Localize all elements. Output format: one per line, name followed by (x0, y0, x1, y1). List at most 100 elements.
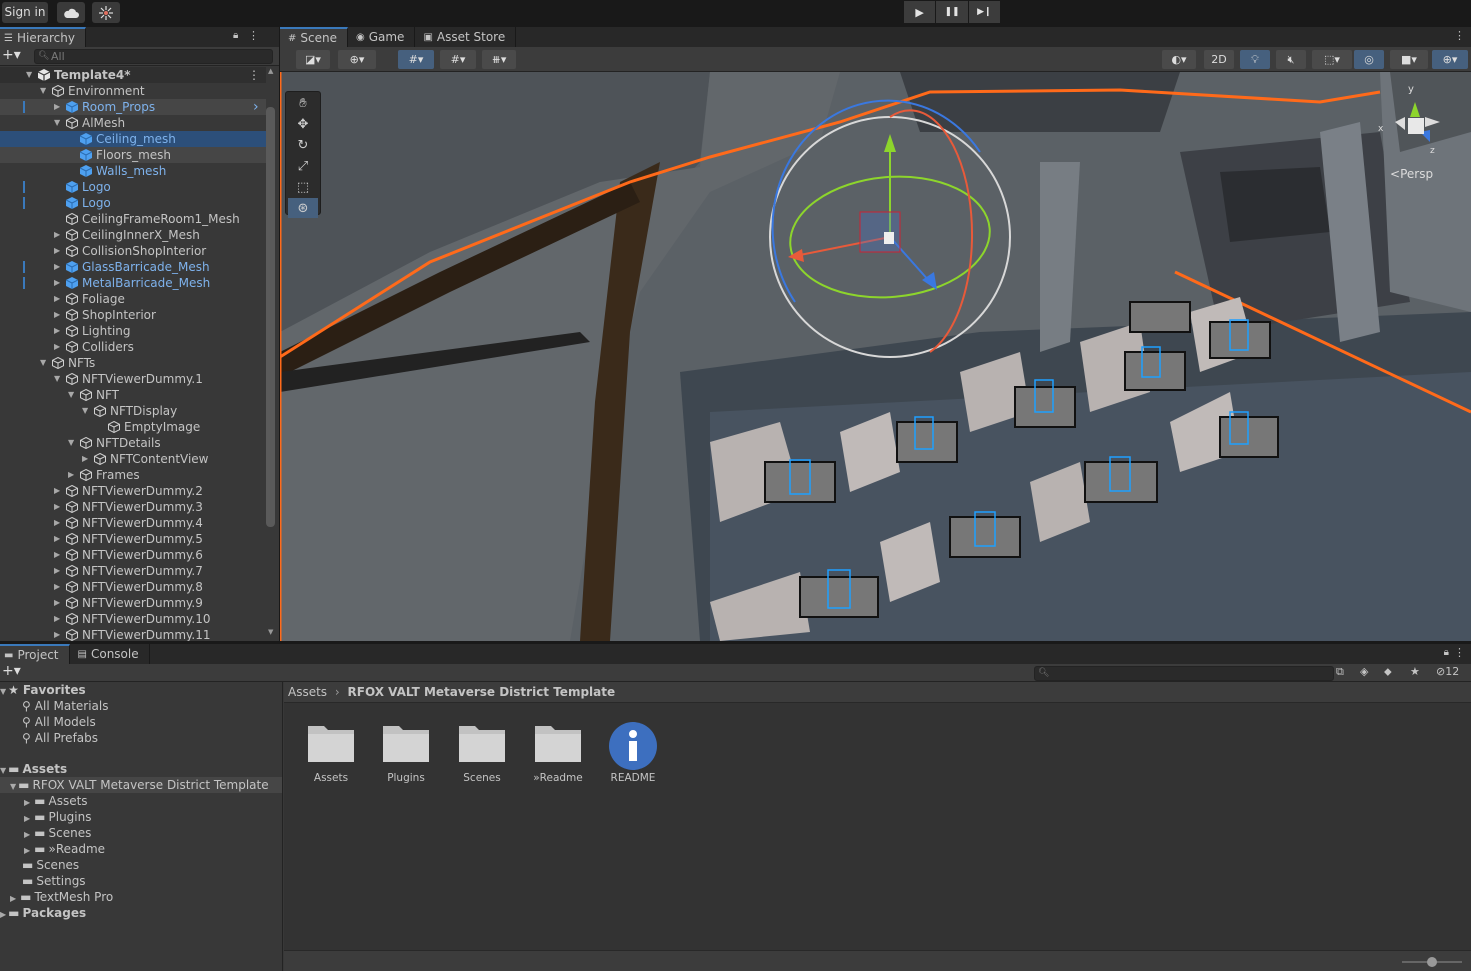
hierarchy-item[interactable]: Floors_mesh (0, 147, 266, 163)
tree-item[interactable]: ▶ ▬ Scenes (24, 825, 91, 841)
camera-icon[interactable]: ■▾ (1390, 50, 1428, 69)
tab-project[interactable]: ▬ Project (0, 644, 70, 664)
effects-icon[interactable]: ⬚▾ (1312, 50, 1352, 69)
hidden-packages-toggle[interactable]: ⊘12 (1436, 665, 1459, 678)
hierarchy-item[interactable]: ▶ NFTViewerDummy.2 (0, 483, 266, 499)
hierarchy-item[interactable]: ▶ NFTViewerDummy.3 (0, 499, 266, 515)
expand-arrow-icon[interactable]: ▼ (68, 387, 78, 403)
label-icon[interactable]: ⬥ (1384, 665, 1392, 679)
hierarchy-item[interactable]: ▼ Environment (0, 83, 266, 99)
collapsed-arrow-icon[interactable]: ▶ (54, 515, 64, 531)
more-menu-icon[interactable]: ⋮ (248, 67, 260, 83)
hierarchy-item[interactable]: ▶ MetalBarricade_Mesh (0, 275, 266, 291)
tab-console[interactable]: ▤ Console (69, 644, 150, 664)
scale-tool-icon[interactable]: ⤢ (288, 156, 318, 176)
global-icon[interactable]: ⊕▾ (338, 50, 376, 69)
pause-button[interactable]: ❚❚ (936, 1, 968, 23)
tree-item[interactable]: ▶ ▬ »Readme (24, 841, 105, 857)
hierarchy-item[interactable]: ▶ Frames (0, 467, 266, 483)
hierarchy-item[interactable]: ▶ Foliage (0, 291, 266, 307)
assets-root[interactable]: ▼ ▬ Assets (0, 761, 67, 777)
play-button[interactable]: ▶ (904, 1, 936, 23)
project-search-input[interactable]: 🔍︎ (1034, 666, 1334, 681)
collapsed-arrow-icon[interactable]: ▶ (54, 531, 64, 547)
add-object-icon[interactable]: +▾ (2, 47, 21, 63)
breadcrumb-item[interactable]: Assets (288, 685, 327, 699)
collapsed-arrow-icon[interactable]: ▶ (54, 307, 64, 323)
scroll-down-icon[interactable]: ▼ (268, 628, 273, 636)
hand-tool-icon[interactable]: ✋︎ (288, 93, 318, 113)
grid-icon[interactable]: #▾ (440, 50, 476, 69)
hierarchy-item[interactable]: Logo (0, 179, 266, 195)
tree-item-selected[interactable]: ▼ ▬ RFOX VALT Metaverse District Template (0, 777, 282, 793)
asset-folder[interactable]: Assets (301, 722, 361, 784)
hierarchy-item[interactable]: ▶ NFTViewerDummy.10 (0, 611, 266, 627)
lighting-toggle-icon[interactable]: 💡︎ (1240, 50, 1270, 69)
hierarchy-item[interactable]: ▶ NFTViewerDummy.5 (0, 531, 266, 547)
favorite-item[interactable]: ⚲ All Models (22, 714, 96, 730)
collapsed-arrow-icon[interactable]: ▶ (54, 323, 64, 339)
cloud-icon[interactable] (57, 2, 85, 23)
hierarchy-item[interactable]: CeilingFrameRoom1_Mesh (0, 211, 266, 227)
tree-item[interactable]: ▶ ▬ TextMesh Pro (10, 889, 113, 905)
hierarchy-item[interactable]: ▶ NFTViewerDummy.6 (0, 547, 266, 563)
collapsed-arrow-icon[interactable]: ▶ (54, 499, 64, 515)
collapsed-arrow-icon[interactable]: ▶ (54, 259, 64, 275)
hierarchy-item[interactable]: ▼ NFTViewerDummy.1 (0, 371, 266, 387)
search-by-type-icon[interactable]: ⧉ (1336, 665, 1344, 679)
collab-icon[interactable] (92, 2, 120, 23)
hierarchy-item[interactable]: ▶ CollisionShopInterior (0, 243, 266, 259)
shading-icon[interactable]: ◐▾ (1162, 50, 1196, 69)
tab-hierarchy[interactable]: ☰ Hierarchy (0, 27, 86, 47)
asset-folder[interactable]: »Readme (528, 722, 588, 784)
scene-viewport[interactable]: ✋︎ ✥ ↻ ⤢ ⬚ ⊛ y x z <Persp (280, 72, 1471, 641)
hierarchy-item[interactable]: ▶ NFTViewerDummy.7 (0, 563, 266, 579)
zoom-slider-thumb[interactable] (1427, 957, 1437, 967)
more-menu-icon[interactable]: ⋮ (1454, 646, 1465, 659)
rotate-tool-icon[interactable]: ↻ (288, 135, 318, 155)
asset-folder[interactable]: Scenes (452, 722, 512, 784)
hierarchy-item[interactable]: ▶ Colliders (0, 339, 266, 355)
visibility-icon[interactable]: ◎ (1354, 50, 1384, 69)
hierarchy-item[interactable]: Walls_mesh (0, 163, 266, 179)
hierarchy-item[interactable]: ▶ NFTViewerDummy.4 (0, 515, 266, 531)
expand-arrow-icon[interactable]: ▼ (54, 115, 64, 131)
collapsed-arrow-icon[interactable]: ▶ (54, 227, 64, 243)
hierarchy-item[interactable]: ▶ NFTViewerDummy.9 (0, 595, 266, 611)
tree-item[interactable]: ▬ Settings (22, 873, 86, 889)
expand-arrow-icon[interactable]: ▼ (26, 67, 36, 83)
hierarchy-item[interactable]: ▶ ShopInterior (0, 307, 266, 323)
collapsed-arrow-icon[interactable]: ▶ (54, 579, 64, 595)
tab-game[interactable]: ◉ Game (347, 27, 416, 47)
create-asset-icon[interactable]: +▾ (2, 663, 21, 679)
tree-item[interactable]: ▶ ▬ Plugins (24, 809, 91, 825)
collapsed-arrow-icon[interactable]: ▶ (54, 563, 64, 579)
hierarchy-item[interactable]: Logo (0, 195, 266, 211)
more-menu-icon[interactable]: ⋮ (1454, 29, 1465, 42)
breadcrumb-current[interactable]: RFOX VALT Metaverse District Template (348, 685, 616, 699)
collapsed-arrow-icon[interactable]: ▶ (54, 611, 64, 627)
favorite-star-icon[interactable]: ★ (1410, 665, 1420, 678)
step-button[interactable]: ▶❙ (968, 1, 1000, 23)
expand-arrow-icon[interactable]: ▼ (68, 435, 78, 451)
hierarchy-item[interactable]: ▼ NFTs (0, 355, 266, 371)
collapsed-arrow-icon[interactable]: ▶ (54, 99, 64, 115)
transform-tool-icon[interactable]: ⊛ (288, 198, 318, 218)
favorites-header[interactable]: ▼ ★ Favorites (0, 682, 86, 698)
collapsed-arrow-icon[interactable]: ▶ (68, 467, 78, 483)
tab-scene[interactable]: # Scene (280, 27, 348, 47)
draw-mode-icon[interactable]: ◪▾ (296, 50, 330, 69)
hierarchy-item[interactable]: ▶ NFTViewerDummy.8 (0, 579, 266, 595)
collapsed-arrow-icon[interactable]: ▶ (54, 243, 64, 259)
hierarchy-item[interactable]: ▼ NFTDetails (0, 435, 266, 451)
collapsed-arrow-icon[interactable]: ▶ (54, 339, 64, 355)
hierarchy-item[interactable]: ▼ AlMesh (0, 115, 266, 131)
collapsed-arrow-icon[interactable]: ▶ (54, 291, 64, 307)
grid-snap-icon[interactable]: #▾ (398, 50, 434, 69)
projection-toggle[interactable]: <Persp (1390, 167, 1433, 181)
hierarchy-item[interactable]: ▶ GlassBarricade_Mesh (0, 259, 266, 275)
increment-snap-icon[interactable]: ⧻▾ (482, 50, 516, 69)
lock-icon[interactable]: 🔒︎ (233, 30, 238, 41)
hierarchy-item[interactable]: ▶ CeilingInnerX_Mesh (0, 227, 266, 243)
collapsed-arrow-icon[interactable]: ▶ (54, 547, 64, 563)
